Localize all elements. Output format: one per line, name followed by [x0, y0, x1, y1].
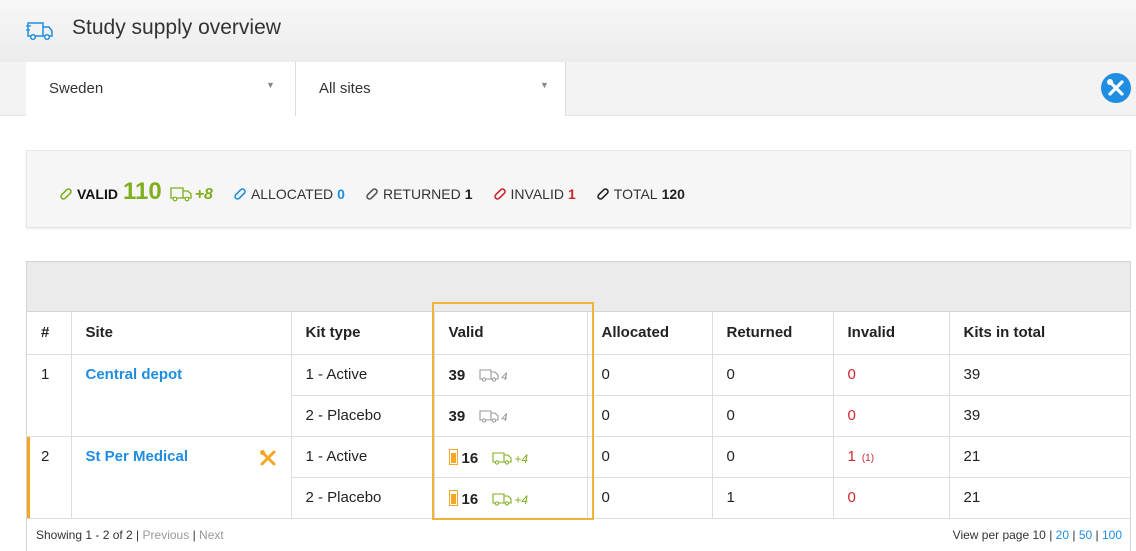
page-title: Study supply overview [72, 16, 281, 39]
column-header[interactable]: Returned [712, 312, 834, 355]
kit-type-cell: 2 - Placebo [291, 395, 435, 437]
truck-icon [479, 409, 499, 423]
site-cell: Central depot [71, 354, 292, 395]
column-header[interactable]: Kit type [291, 312, 435, 355]
low-stock-icon [448, 448, 458, 465]
column-header[interactable]: Allocated [587, 312, 713, 355]
truck-icon [170, 187, 192, 202]
row-number [27, 395, 72, 437]
supply-summary: VALID 110 +8 ALLOCATED 0 RETURNED 1 INVA… [26, 150, 1131, 228]
page-header: Study supply overview [0, 0, 1136, 62]
allocated-cell: 0 [587, 436, 713, 478]
site-cell [71, 477, 292, 519]
filter-bar: Sweden ▼ All sites ▼ [0, 62, 1136, 116]
pill-icon [234, 188, 246, 200]
invalid-cell: 0 [833, 354, 950, 396]
kit-type-cell: 1 - Active [291, 436, 435, 478]
total-cell: 39 [949, 354, 1130, 396]
column-header[interactable]: Invalid [833, 312, 950, 355]
previous-link[interactable]: Previous [143, 528, 190, 542]
valid-cell: 39 4 [434, 395, 588, 437]
summary-invalid: INVALID 1 [493, 185, 576, 202]
chevron-down-icon: ▼ [266, 80, 275, 90]
country-select-value: Sweden [49, 80, 104, 97]
returned-cell: 0 [712, 354, 834, 396]
total-cell: 21 [949, 436, 1130, 478]
column-header[interactable]: Valid [434, 312, 588, 355]
chevron-down-icon: ▼ [540, 80, 549, 90]
invalid-cell: 0 [833, 477, 950, 519]
invalid-cell: 0 [833, 395, 950, 437]
country-select[interactable]: Sweden ▼ [26, 62, 296, 116]
table-toolbar [27, 262, 1130, 312]
table-row: 1 Central depot 1 - Active 39 4 0 0 0 39 [27, 354, 1130, 396]
table-header-row: # Site Kit type Valid Allocated Returned… [27, 312, 1130, 355]
table-row: 2 - Placebo 39 4 0 0 0 39 [27, 395, 1130, 437]
table-row: 2 - Placebo 16 +4 0 1 0 21 [27, 477, 1130, 519]
page-size-10[interactable]: 10 [1033, 528, 1046, 542]
supply-table: # Site Kit type Valid Allocated Returned… [27, 312, 1130, 519]
invalid-cell: 1 (1) [833, 436, 950, 478]
pagination-info: Showing 1 - 2 of 2 | Previous | Next [36, 528, 224, 542]
row-number: 1 [27, 354, 72, 395]
site-link[interactable]: Central depot [86, 366, 183, 383]
page-size-50[interactable]: 50 [1079, 528, 1092, 542]
total-cell: 21 [949, 477, 1130, 519]
next-link[interactable]: Next [199, 528, 224, 542]
row-number: 2 [27, 436, 72, 477]
site-select[interactable]: All sites ▼ [296, 62, 566, 116]
in-transit-count: +8 [194, 186, 213, 203]
table-row: 2 St Per Medical 1 - Active 16 +4 0 0 1 … [27, 436, 1130, 478]
allocated-cell: 0 [587, 395, 713, 437]
truck-icon [492, 451, 512, 465]
site-cell: St Per Medical [71, 436, 292, 477]
summary-allocated: ALLOCATED 0 [233, 185, 345, 202]
valid-cell: 16 +4 [434, 477, 588, 519]
truck-icon [492, 492, 512, 506]
summary-valid: VALID 110 +8 [59, 178, 213, 206]
site-link[interactable]: St Per Medical [86, 448, 189, 465]
page-size-selector: View per page 10 | 20 | 50 | 100 [952, 528, 1122, 542]
valid-cell: 39 4 [434, 354, 588, 396]
pill-icon [366, 188, 378, 200]
returned-cell: 1 [712, 477, 834, 519]
column-header[interactable]: Site [71, 312, 292, 355]
pill-icon [596, 188, 609, 200]
wrench-screwdriver-icon [1107, 79, 1124, 96]
supply-table-panel: # Site Kit type Valid Allocated Returned… [26, 261, 1131, 551]
kit-type-cell: 1 - Active [291, 354, 435, 396]
site-cell [71, 395, 292, 437]
column-header[interactable]: # [27, 312, 72, 355]
page-size-100[interactable]: 100 [1102, 528, 1122, 542]
allocated-cell: 0 [587, 354, 713, 396]
invalid-detail[interactable]: (1) [862, 453, 874, 464]
total-cell: 39 [949, 395, 1130, 437]
valid-cell: 16 +4 [434, 436, 588, 478]
returned-cell: 0 [712, 436, 834, 478]
kit-type-cell: 2 - Placebo [291, 477, 435, 519]
summary-returned: RETURNED 1 [365, 185, 473, 202]
pill-icon [493, 188, 506, 200]
low-stock-icon [448, 489, 458, 506]
truck-icon [26, 22, 53, 41]
valid-count: 110 [122, 178, 162, 205]
tools-button[interactable] [1101, 73, 1131, 103]
truck-icon [479, 368, 499, 382]
summary-total: TOTAL 120 [596, 185, 685, 202]
site-select-value: All sites [319, 80, 371, 97]
page-size-20[interactable]: 20 [1056, 528, 1069, 542]
wrench-screwdriver-icon[interactable] [259, 449, 277, 467]
allocated-cell: 0 [587, 477, 713, 519]
column-header[interactable]: Kits in total [949, 312, 1130, 355]
pill-icon [60, 188, 72, 200]
row-number [27, 477, 72, 519]
returned-cell: 0 [712, 395, 834, 437]
